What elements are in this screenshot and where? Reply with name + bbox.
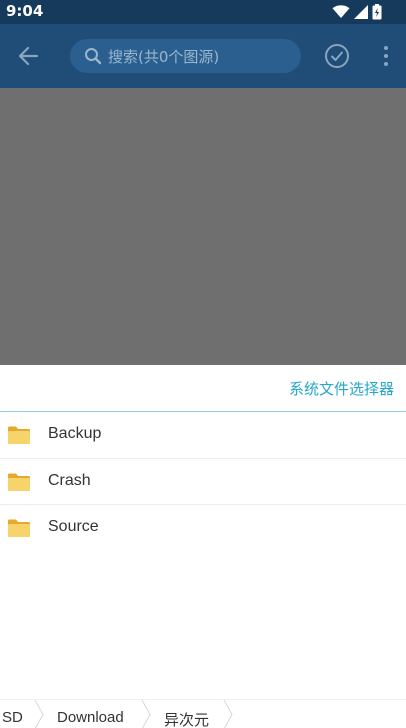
breadcrumb-item-current[interactable]: 异次元: [164, 709, 209, 728]
folder-item-crash[interactable]: Crash: [0, 459, 406, 505]
arrow-left-icon: [18, 46, 39, 66]
signal-icon: [354, 5, 368, 19]
folder-icon: [8, 426, 30, 444]
folder-picker-sheet: 系统文件选择器 Backup Crash Source: [0, 365, 406, 728]
breadcrumb: SD Download 异次元: [0, 699, 406, 728]
folder-name: Backup: [48, 425, 102, 442]
check-circle-icon: [325, 44, 349, 68]
battery-icon: [372, 4, 382, 20]
chevron-right-icon: [141, 700, 151, 728]
more-options-button[interactable]: [378, 42, 394, 70]
folder-icon: [8, 519, 30, 537]
chevron-right-icon: [223, 700, 233, 728]
app-bar: 搜索(共0个图源): [0, 24, 406, 88]
status-icons: [332, 3, 382, 21]
wifi-icon: [332, 5, 350, 18]
scrim-overlay[interactable]: [0, 88, 406, 365]
breadcrumb-item-sd[interactable]: SD: [2, 709, 23, 726]
status-time: 9:04: [6, 2, 44, 20]
folder-name: Source: [48, 518, 99, 535]
folder-item-backup[interactable]: Backup: [0, 412, 406, 459]
more-vert-icon: [384, 46, 388, 50]
search-placeholder: 搜索(共0个图源): [108, 47, 220, 66]
folder-item-source[interactable]: Source: [0, 505, 406, 552]
confirm-button[interactable]: [324, 43, 350, 69]
more-vert-dot: [384, 62, 388, 66]
more-vert-dot: [384, 54, 388, 58]
search-icon: [84, 47, 102, 65]
search-input[interactable]: 搜索(共0个图源): [70, 39, 301, 73]
folder-icon: [8, 473, 30, 491]
breadcrumb-item-download[interactable]: Download: [57, 709, 124, 726]
folder-list: Backup Crash Source: [0, 412, 406, 552]
system-file-picker-link[interactable]: 系统文件选择器: [289, 378, 394, 399]
chevron-right-icon: [34, 700, 44, 728]
status-bar: 9:04: [0, 0, 406, 24]
back-button[interactable]: [12, 40, 44, 72]
folder-name: Crash: [48, 471, 91, 489]
